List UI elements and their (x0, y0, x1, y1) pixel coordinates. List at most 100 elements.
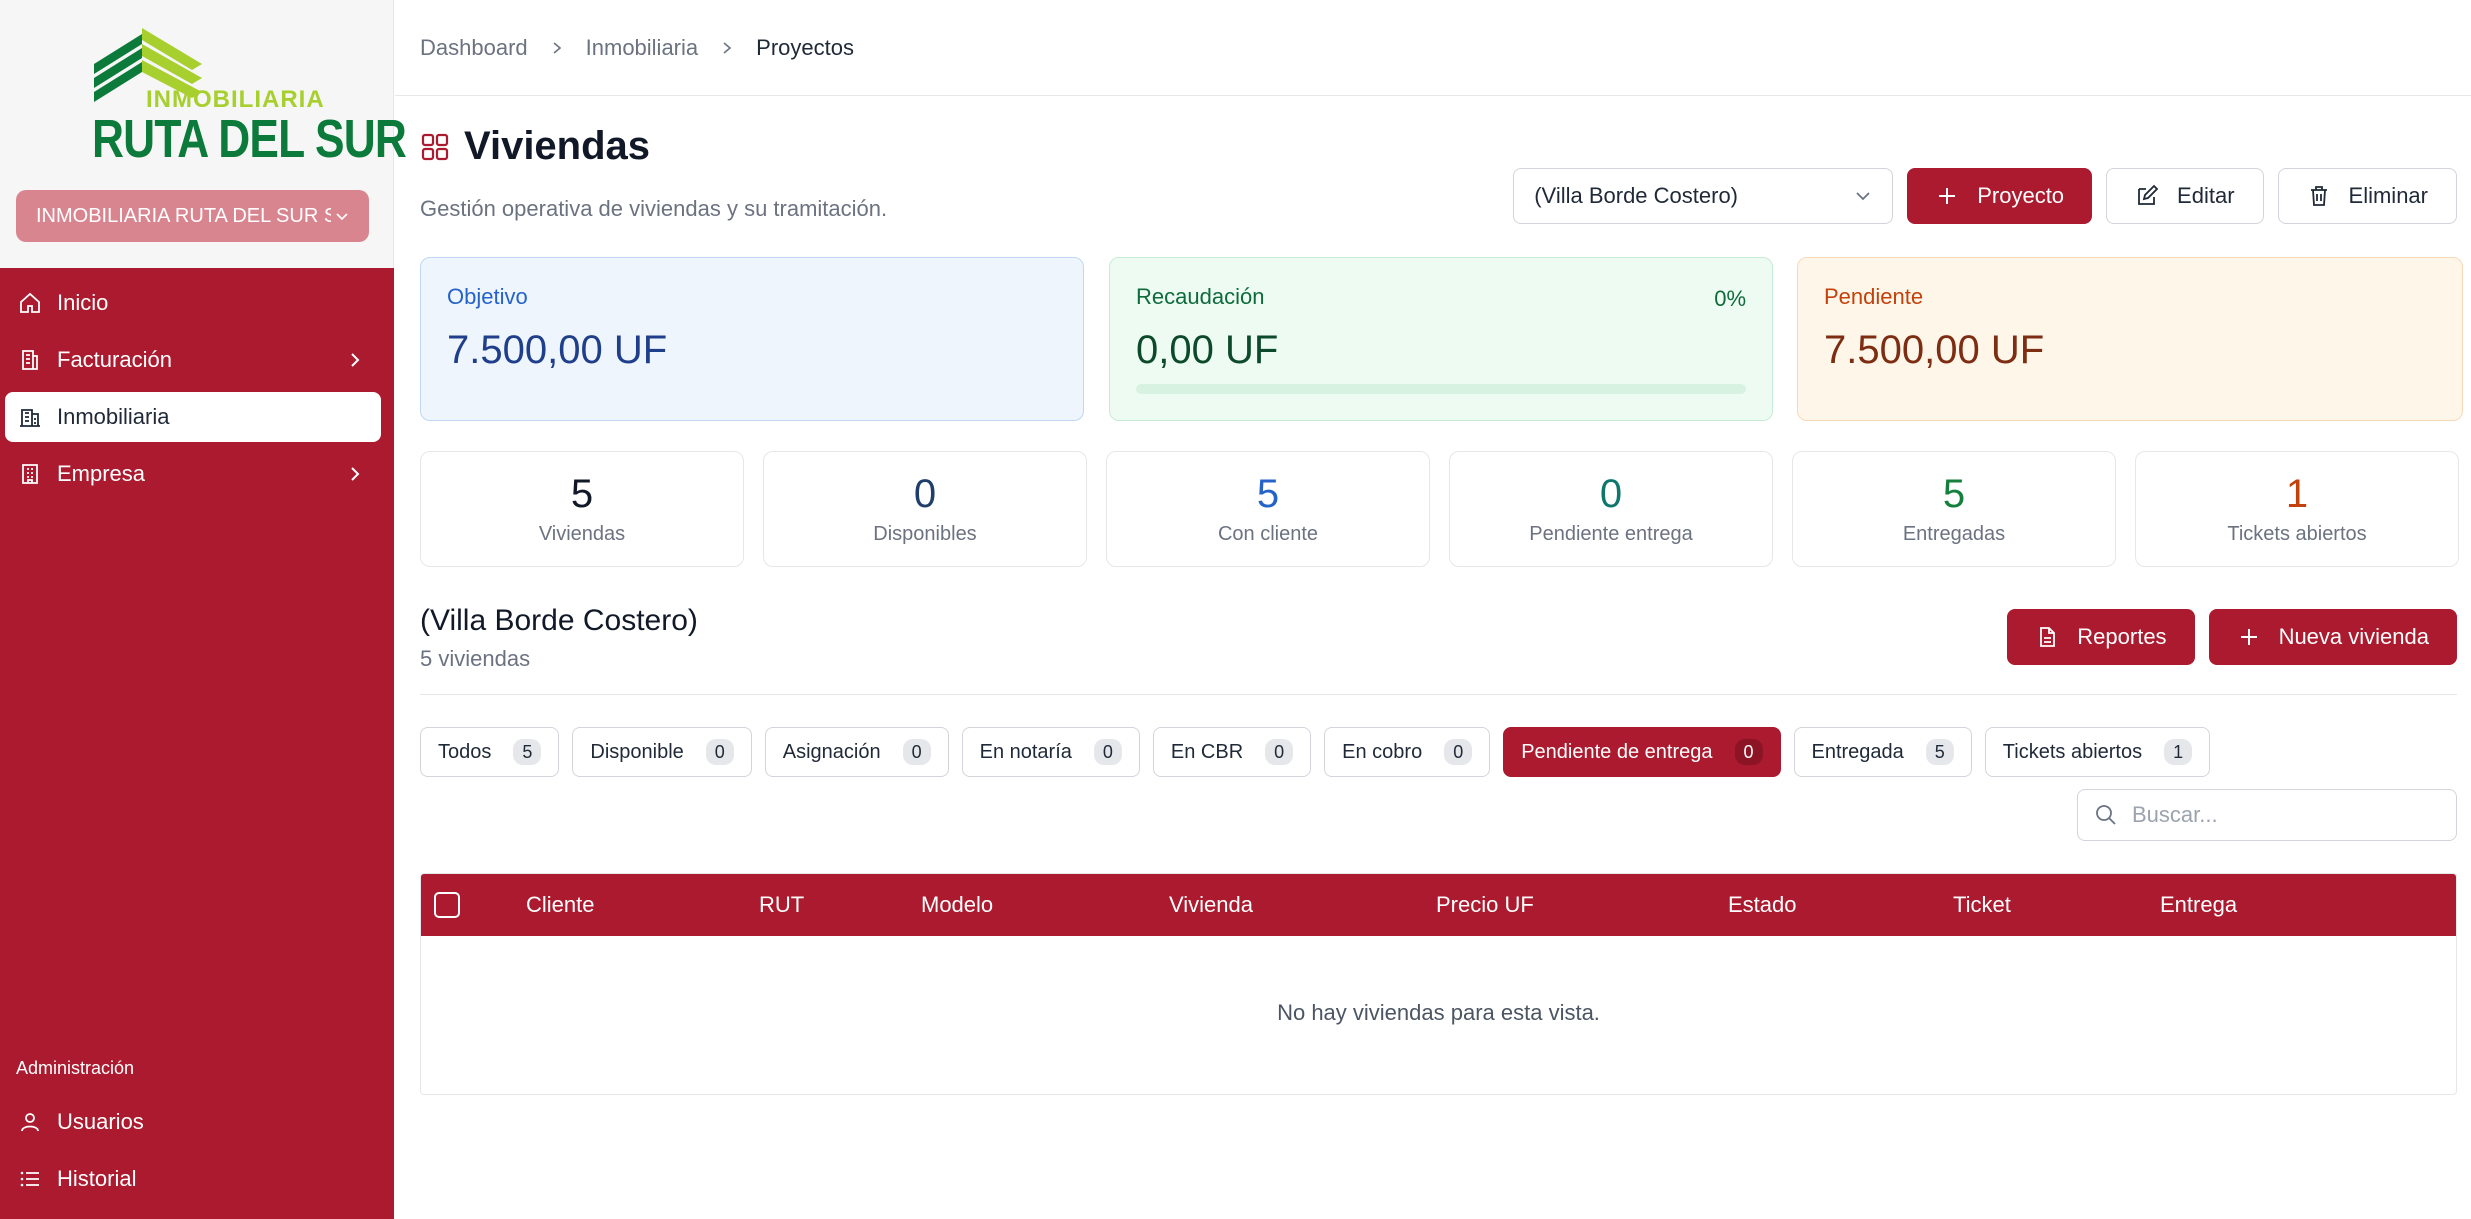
kpi-pendiente: Pendiente 7.500,00 UF (1797, 257, 2463, 421)
chip-count: 5 (1925, 739, 1954, 765)
stat-label: Pendiente entrega (1529, 523, 1693, 545)
empty-state: No hay viviendas para esta vista. (1277, 1000, 1600, 1025)
filter-chip-disponible[interactable]: Disponible 0 (572, 727, 752, 777)
stat-label: Tickets abiertos (2227, 523, 2367, 545)
stat-value: 0 (913, 472, 937, 516)
column-header-precio[interactable]: Precio UF (1436, 892, 1534, 918)
section-subtitle: 5 viviendas (420, 646, 531, 671)
stat-entregadas: 5 Entregadas (1792, 451, 2116, 567)
main-content: Dashboard Inmobiliaria Proyectos Viviend… (395, 0, 2471, 1219)
stat-label: Viviendas (538, 523, 626, 545)
filter-chip-entregada[interactable]: Entregada 5 (1793, 727, 1972, 777)
column-header-ticket[interactable]: Ticket (1953, 892, 2011, 918)
sidebar-item-usuarios[interactable]: Usuarios (5, 1097, 381, 1147)
chip-label: Disponible (590, 740, 684, 763)
chip-count: 5 (513, 739, 542, 765)
breadcrumb-dashboard[interactable]: Dashboard (420, 35, 528, 61)
column-header-cliente[interactable]: Cliente (526, 892, 594, 918)
section-actions: Reportes Nueva vivienda (2007, 609, 2457, 665)
sidebar-item-label: Inmobiliaria (57, 404, 170, 429)
project-select[interactable]: (Villa Borde Costero) (1513, 168, 1894, 224)
new-unit-button[interactable]: Nueva vivienda (2208, 609, 2457, 665)
column-header-vivienda[interactable]: Vivienda (1169, 892, 1253, 918)
sidebar-item-empresa[interactable]: Empresa (5, 449, 381, 499)
add-project-button[interactable]: Proyecto (1907, 168, 2093, 224)
chevron-down-icon (336, 213, 348, 221)
breadcrumb: Dashboard Inmobiliaria Proyectos (395, 0, 2471, 96)
reports-label: Reportes (2077, 624, 2167, 649)
chip-label: Todos (438, 740, 492, 763)
search-icon (2096, 805, 2116, 825)
receipt-icon (17, 347, 43, 373)
kpi-label: Recaudación (1136, 284, 1265, 309)
document-icon (2040, 627, 2056, 647)
table-header: Cliente RUT Modelo Vivienda Precio UF Es… (421, 874, 2456, 936)
reports-button[interactable]: Reportes (2007, 609, 2195, 665)
filter-chip-en-cbr[interactable]: En CBR 0 (1152, 727, 1312, 777)
project-select-value: (Villa Borde Costero) (1534, 183, 1739, 208)
company-selector[interactable]: INMOBILIARIA RUTA DEL SUR SP... (16, 190, 369, 242)
stat-value: 5 (570, 472, 594, 516)
chevron-right-icon (723, 41, 732, 54)
building-icon (17, 404, 43, 430)
kpi-objetivo: Objetivo 7.500,00 UF (420, 257, 1084, 421)
new-unit-label: Nueva vivienda (2278, 624, 2429, 649)
company-logo[interactable]: INMOBILIARIA RUTA DEL SUR (92, 26, 407, 169)
sidebar-item-inicio[interactable]: Inicio (5, 278, 381, 328)
filter-chip-asignacion[interactable]: Asignación 0 (764, 727, 949, 777)
chevron-down-icon (1856, 192, 1870, 201)
stat-label: Disponibles (873, 523, 977, 545)
chevron-right-icon (351, 467, 360, 481)
kpi-value: 7.500,00 UF (447, 328, 668, 372)
recaudacion-progress-bar (1136, 384, 1746, 394)
grid-icon (421, 133, 449, 160)
filter-chip-tickets-abiertos[interactable]: Tickets abiertos 1 (1984, 727, 2211, 777)
filter-chip-todos[interactable]: Todos 5 (420, 727, 560, 777)
sidebar-item-label: Inicio (57, 290, 109, 315)
stat-viviendas: 5 Viviendas (420, 451, 744, 567)
sidebar-item-facturacion[interactable]: Facturación (5, 335, 381, 385)
chip-count: 1 (2164, 739, 2193, 765)
sidebar-item-label: Empresa (57, 461, 146, 486)
edit-button[interactable]: Editar (2106, 168, 2264, 224)
sidebar: INMOBILIARIA RUTA DEL SUR INMOBILIARIA R… (0, 0, 407, 1219)
chip-label: En notaría (979, 740, 1072, 763)
stat-pendiente-entrega: 0 Pendiente entrega (1449, 451, 1773, 567)
kpi-value: 7.500,00 UF (1824, 328, 2045, 372)
admin-section-label: Administración (16, 1058, 135, 1078)
breadcrumb-proyectos: Proyectos (756, 34, 854, 60)
add-project-label: Proyecto (1977, 183, 2065, 208)
edit-icon (2138, 184, 2159, 205)
plus-icon (1939, 188, 1956, 204)
section-title: (Villa Borde Costero) (420, 604, 698, 637)
sidebar-item-inmobiliaria[interactable]: Inmobiliaria (5, 392, 381, 442)
column-header-modelo[interactable]: Modelo (921, 892, 993, 918)
office-icon (17, 461, 43, 487)
sidebar-nav: Inicio Facturación Inmobiliaria Empresa … (0, 268, 394, 1219)
stat-disponibles: 0 Disponibles (763, 451, 1087, 567)
page-actions: (Villa Borde Costero) Proyecto Editar El… (1513, 168, 2457, 224)
stat-label: Entregadas (1902, 523, 2006, 545)
filter-chip-en-cobro[interactable]: En cobro 0 (1324, 727, 1491, 777)
stat-con-cliente: 5 Con cliente (1106, 451, 1430, 567)
page-title: Viviendas (464, 124, 651, 168)
stat-value: 1 (2285, 472, 2309, 516)
chip-count: 0 (902, 739, 931, 765)
delete-button[interactable]: Eliminar (2277, 168, 2457, 224)
search-input[interactable]: Buscar... (2077, 789, 2457, 841)
column-header-entrega[interactable]: Entrega (2160, 892, 2237, 918)
column-header-estado[interactable]: Estado (1728, 892, 1797, 918)
filter-chip-pendiente-entrega[interactable]: Pendiente de entrega 0 (1503, 727, 1781, 777)
user-icon (17, 1109, 43, 1135)
sidebar-item-historial[interactable]: Historial (5, 1154, 381, 1204)
stat-label: Con cliente (1217, 523, 1319, 545)
select-all-checkbox[interactable] (434, 892, 460, 918)
divider (420, 694, 2457, 695)
page-subtitle: Gestión operativa de viviendas y su tram… (420, 196, 888, 221)
breadcrumb-inmobiliaria[interactable]: Inmobiliaria (586, 35, 699, 61)
chip-count: 0 (705, 739, 734, 765)
filter-chip-en-notaria[interactable]: En notaría 0 (961, 727, 1140, 777)
column-header-rut[interactable]: RUT (759, 892, 804, 918)
sidebar-item-label: Usuarios (57, 1109, 144, 1134)
logo-text-big: RUTA DEL SUR (92, 109, 407, 169)
